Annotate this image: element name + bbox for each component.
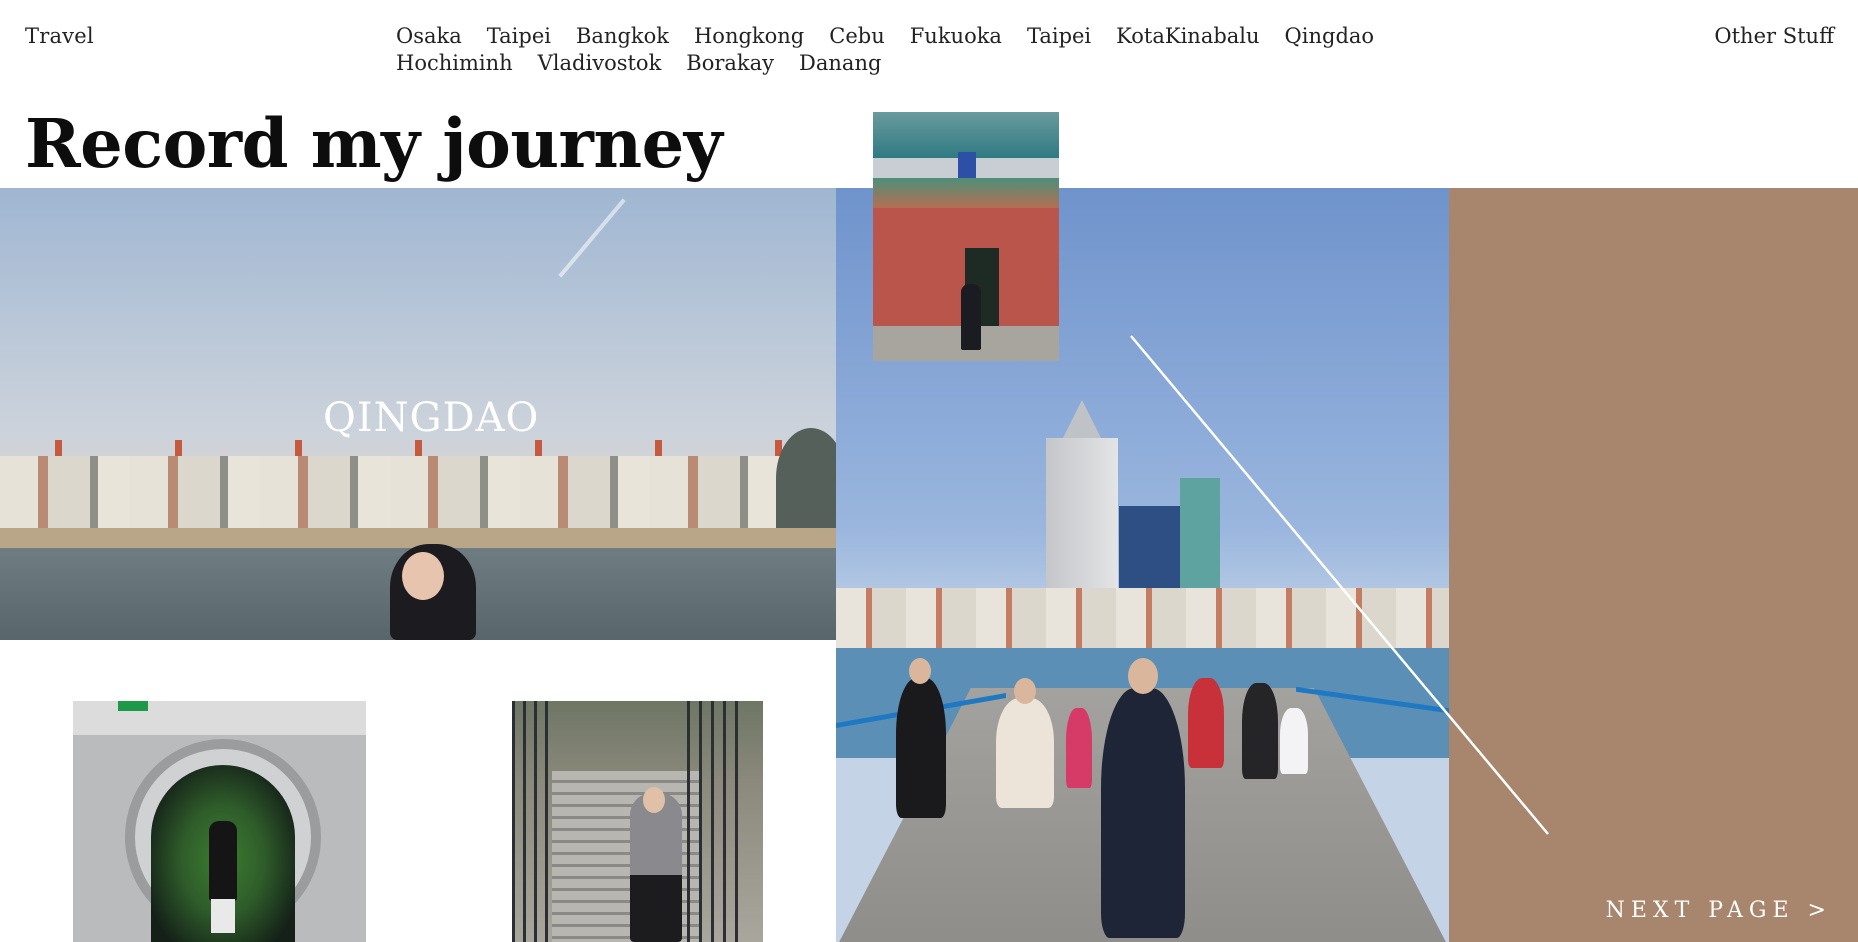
city-skyline [836, 588, 1449, 648]
exit-sign [118, 701, 148, 711]
stairs-photo [512, 701, 763, 942]
stairs-person [630, 793, 682, 942]
qingdao-hero-photo: QINGDAO [0, 188, 836, 640]
contrail [558, 198, 626, 278]
brown-side-panel [1449, 188, 1858, 942]
nav-item-vladivostok[interactable]: Vladivostok [538, 51, 662, 75]
nav-item-borakay[interactable]: Borakay [686, 51, 774, 75]
pavilion-photo [873, 112, 1059, 361]
other-stuff-link[interactable]: Other Stuff [1714, 24, 1834, 48]
pier-person [1242, 683, 1278, 779]
tunnel-person-legs [211, 899, 235, 933]
nav-item-bangkok[interactable]: Bangkok [576, 24, 669, 48]
pier-person [896, 678, 946, 818]
pavilion-lower-roof [873, 178, 1059, 208]
pier-person [1066, 708, 1092, 788]
pier-person [1280, 708, 1308, 774]
site-brand-link[interactable]: Travel [25, 24, 94, 48]
pier-person-head [1014, 678, 1036, 704]
pier-person-main [1101, 688, 1185, 938]
nav-item-taipei[interactable]: Taipei [487, 24, 551, 48]
next-page-link[interactable]: NEXT PAGE > [1606, 898, 1832, 923]
nav-item-danang[interactable]: Danang [799, 51, 881, 75]
pier-person-head [909, 658, 931, 684]
pier-person [996, 698, 1054, 808]
pier-person [1188, 678, 1224, 768]
iron-gate-right [687, 701, 747, 942]
nav-item-hongkong[interactable]: Hongkong [694, 24, 804, 48]
destination-nav: Osaka Taipei Bangkok Hongkong Cebu Fukuo… [396, 24, 1396, 75]
tunnel-photo [73, 701, 366, 942]
hero-caption: QINGDAO [323, 395, 540, 441]
hero-person-face [402, 552, 444, 600]
pavilion-person [961, 284, 981, 350]
hero-buildings [0, 456, 836, 528]
tunnel-ceiling [73, 701, 366, 735]
pier-person-head [1128, 658, 1158, 694]
hero-hill [776, 428, 836, 528]
nav-item-hochiminh[interactable]: Hochiminh [396, 51, 513, 75]
nav-item-qingdao[interactable]: Qingdao [1285, 24, 1375, 48]
nav-item-fukuoka[interactable]: Fukuoka [910, 24, 1002, 48]
nav-item-osaka[interactable]: Osaka [396, 24, 462, 48]
tunnel-person [209, 821, 237, 901]
stairs-person-face [643, 787, 665, 813]
nav-item-cebu[interactable]: Cebu [829, 24, 884, 48]
nav-item-kotakinabalu[interactable]: KotaKinabalu [1116, 24, 1259, 48]
iron-gate-left [512, 701, 550, 942]
page-title: Record my journey [25, 104, 723, 183]
nav-item-taipei-2[interactable]: Taipei [1027, 24, 1091, 48]
